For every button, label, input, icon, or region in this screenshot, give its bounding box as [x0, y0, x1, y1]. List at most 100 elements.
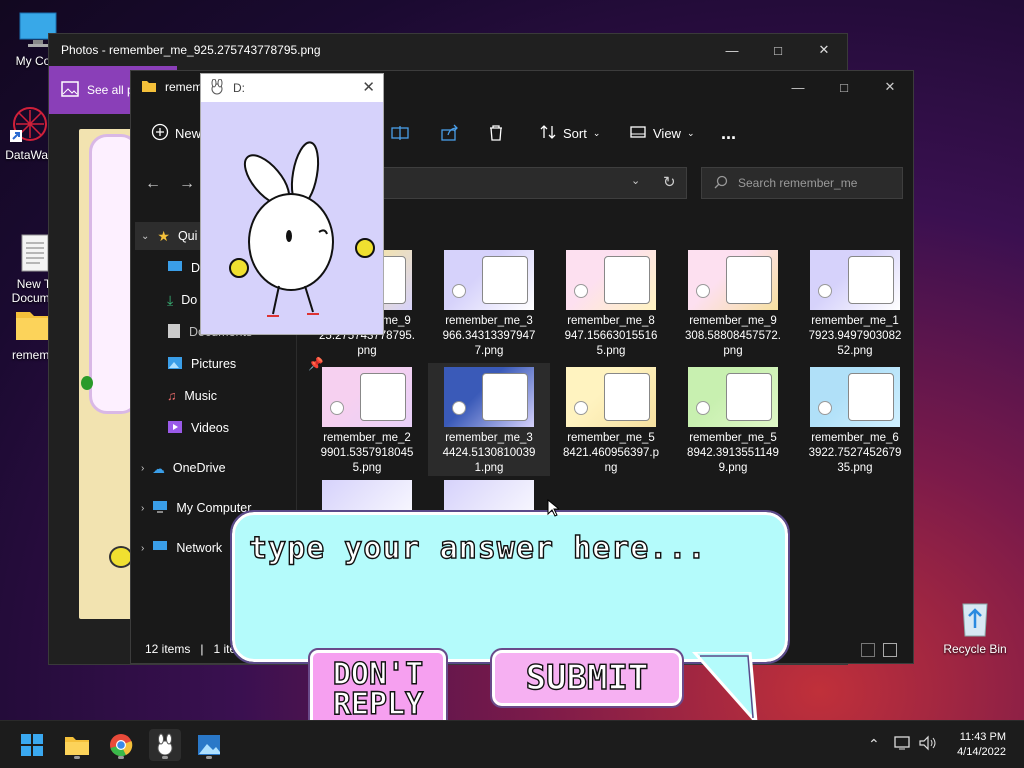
folder-icon: [141, 79, 157, 96]
thumbnail-image: [322, 367, 412, 427]
speech-bubble-tail: [691, 652, 758, 724]
thumbnail-image: [688, 367, 778, 427]
submit-button[interactable]: SUBMIT: [490, 648, 684, 708]
view-button[interactable]: View ⌄: [629, 123, 695, 144]
system-clock[interactable]: 11:43 PM 4/14/2022: [957, 730, 1006, 760]
nav-my-computer[interactable]: › My Computer: [141, 494, 251, 522]
chevron-down-icon: ⌄: [686, 127, 695, 138]
thumbnail-image: [566, 250, 656, 310]
new-button[interactable]: New: [151, 123, 201, 144]
thumbnail-image: [810, 250, 900, 310]
minimize-icon[interactable]: —: [709, 34, 755, 66]
thumbnail-note: [604, 373, 650, 421]
thumbnail-image: [444, 250, 534, 310]
volume-icon[interactable]: [918, 735, 938, 754]
close-icon[interactable]: ✕: [867, 71, 913, 103]
network-icon: [152, 540, 168, 557]
more-options-button[interactable]: ...: [721, 123, 736, 144]
thumbnail-bunny: [696, 284, 710, 298]
file-thumbnail[interactable]: remember_me_9 308.58808457572. png: [672, 246, 794, 359]
see-all-label: See all p: [87, 83, 134, 97]
chevron-down-icon[interactable]: ⌄: [631, 174, 640, 187]
nav-music[interactable]: ♫ Music: [167, 382, 217, 410]
d-drive-window[interactable]: D: ✕: [200, 73, 384, 335]
sort-label: Sort: [563, 125, 587, 141]
search-icon: [714, 175, 728, 192]
explorer-title: remem: [165, 80, 203, 94]
photos-taskbar-icon[interactable]: [193, 729, 225, 761]
video-icon: [167, 420, 183, 437]
network-icon[interactable]: [894, 735, 912, 754]
thumbnail-bunny: [818, 401, 832, 415]
file-thumbnail[interactable]: remember_me_8 947.15663015516 5.png: [550, 246, 672, 359]
answer-placeholder: type your answer here...: [248, 530, 707, 566]
back-arrow-icon[interactable]: ←: [145, 175, 161, 193]
forward-arrow-icon[interactable]: →: [179, 175, 195, 193]
maximize-icon[interactable]: □: [755, 34, 801, 66]
rename-icon[interactable]: [391, 124, 409, 142]
status-separator: |: [200, 642, 204, 656]
clock-time: 11:43 PM: [959, 731, 1006, 743]
thumbnail-note: [848, 256, 894, 304]
nav-label: Do: [181, 293, 198, 307]
view-label: View: [653, 125, 681, 141]
file-thumbnail[interactable]: remember_me_3 966.34313397947 7.png: [428, 246, 550, 359]
photo-decor: [81, 376, 93, 390]
nav-network[interactable]: › Network: [141, 534, 222, 562]
file-thumbnail[interactable]: remember_me_3 4424.5130810039 1.png: [428, 363, 550, 476]
thumbnail-note: [482, 373, 528, 421]
document-icon: [167, 323, 181, 342]
chrome-icon[interactable]: [105, 729, 137, 761]
nav-videos[interactable]: Videos: [167, 414, 229, 442]
nav-onedrive[interactable]: › ☁ OneDrive: [141, 454, 226, 482]
thumbnail-note: [482, 256, 528, 304]
file-thumbnail[interactable]: [306, 480, 428, 516]
bunny-app-taskbar-icon[interactable]: [149, 729, 181, 761]
file-thumbnail[interactable]: remember_me_1 7923.9497903082 52.png: [794, 246, 906, 359]
nav-downloads[interactable]: ⤓ Do: [167, 286, 197, 314]
list-view-icon[interactable]: [861, 643, 875, 657]
close-icon[interactable]: ✕: [362, 78, 375, 96]
maximize-icon[interactable]: □: [821, 71, 867, 103]
file-thumbnail[interactable]: [428, 480, 550, 516]
thumbnail-note: [604, 256, 650, 304]
minimize-icon[interactable]: —: [775, 71, 821, 103]
chevron-up-icon[interactable]: ⌃: [868, 736, 880, 753]
image-icon: [61, 80, 79, 100]
sort-button[interactable]: Sort ⌄: [539, 123, 600, 144]
file-thumbnail[interactable]: remember_me_5 8421.460956397.p ng: [550, 363, 672, 476]
details-view-icon[interactable]: [883, 643, 897, 657]
thumbnail-filename: remember_me_3 4424.5130810039 1.png: [442, 432, 536, 474]
file-thumbnail[interactable]: remember_me_5 8942.3913551149 9.png: [672, 363, 794, 476]
answer-text-box[interactable]: type your answer here...: [230, 510, 790, 664]
thumbnail-image: [688, 250, 778, 310]
recycle-bin-icon: [955, 598, 995, 638]
desktop-icon: [167, 260, 183, 277]
thumbnail-image: [322, 480, 412, 516]
nav-pictures[interactable]: Pictures 📌: [167, 350, 324, 378]
share-icon[interactable]: [441, 124, 459, 142]
close-icon[interactable]: ✕: [801, 34, 847, 66]
file-thumbnail[interactable]: remember_me_2 9901.5357918045 5.png: [306, 363, 428, 476]
nav-label: OneDrive: [172, 461, 226, 475]
thumbnail-note: [726, 373, 772, 421]
dont-reply-label: DON'T REPLY: [332, 657, 424, 722]
dont-reply-button[interactable]: DON'T REPLY: [308, 648, 448, 732]
start-windows-icon[interactable]: [16, 729, 48, 761]
d-window-title: D:: [233, 81, 245, 95]
thumbnail-note: [726, 256, 772, 304]
running-indicator: [74, 756, 80, 759]
file-grid: remember_me_9 25.275743778795. pngrememb…: [306, 246, 906, 516]
search-input[interactable]: Search remember_me: [701, 167, 903, 199]
file-thumbnail[interactable]: remember_me_6 3922.7527452679 35.png: [794, 363, 906, 476]
thumbnail-bunny: [452, 284, 466, 298]
thumbnail-image: [444, 367, 534, 427]
thumbnail-filename: remember_me_2 9901.5357918045 5.png: [320, 432, 414, 474]
desktop-icon-recycle-bin[interactable]: Recycle Bin: [940, 598, 1010, 656]
chevron-down-icon: ⌄: [141, 230, 150, 242]
file-explorer-taskbar-icon[interactable]: [61, 729, 93, 761]
refresh-icon[interactable]: ↻: [663, 173, 676, 191]
thumbnail-bunny: [452, 401, 466, 415]
plus-circle-icon: [151, 123, 169, 144]
delete-icon[interactable]: [487, 124, 505, 142]
